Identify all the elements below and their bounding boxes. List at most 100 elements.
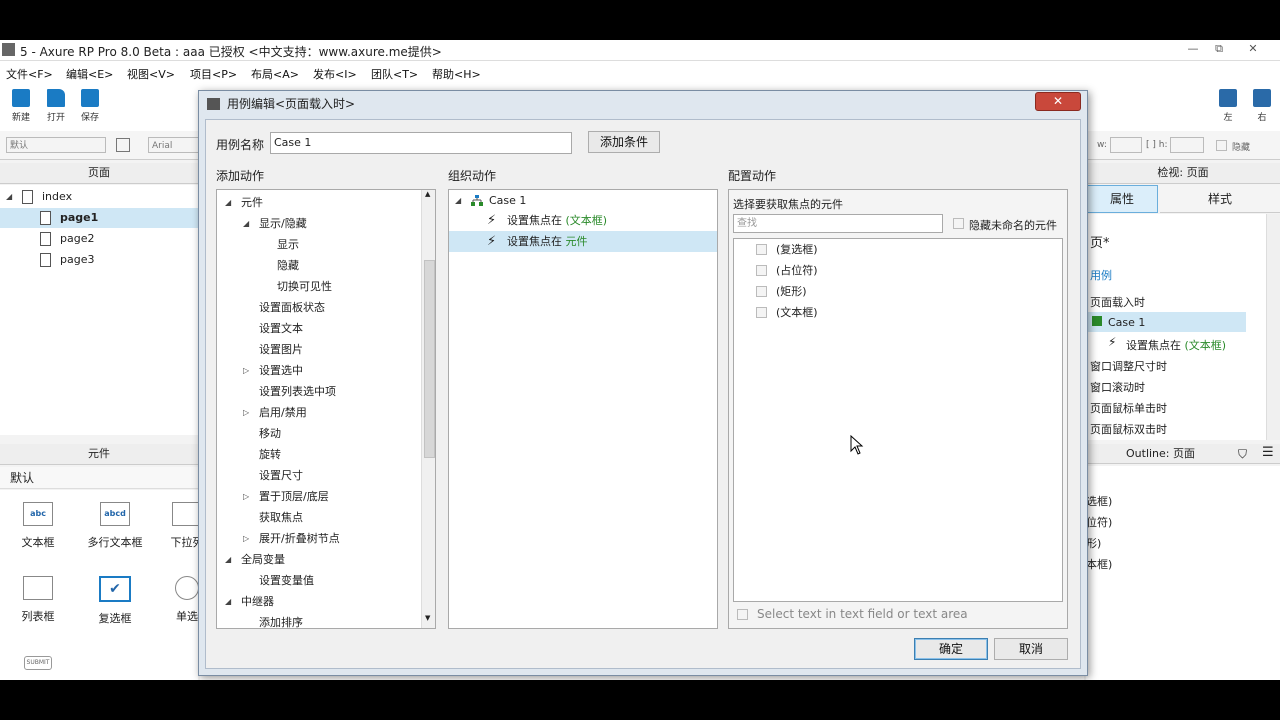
select-text-checkbox[interactable] xyxy=(737,609,748,620)
expand-icon[interactable]: ▷ xyxy=(243,360,249,381)
action-tree-scrollbar[interactable]: ▲ ▼ xyxy=(421,190,435,628)
action-item[interactable]: 获取焦点 xyxy=(217,507,417,528)
event-page-dblclick[interactable]: 页面鼠标双击时 xyxy=(1090,421,1167,437)
inspector-scrollbar[interactable] xyxy=(1266,214,1280,440)
element-checkbox[interactable] xyxy=(756,286,767,297)
organize-case-label[interactable]: Case 1 xyxy=(489,190,526,211)
element-checkbox[interactable] xyxy=(756,265,767,276)
new-button[interactable]: 新建 xyxy=(6,89,36,123)
tab-style[interactable]: 样式 xyxy=(1160,185,1280,213)
page-root-index[interactable]: ◢ index xyxy=(0,187,200,207)
collapse-icon[interactable]: ◢ xyxy=(225,192,231,213)
action-item[interactable]: ▷ 置于顶层/底层 xyxy=(217,486,417,507)
save-button[interactable]: 保存 xyxy=(75,89,105,123)
event-window-resize[interactable]: 窗口调整尺寸时 xyxy=(1090,358,1167,374)
height-input[interactable] xyxy=(1170,137,1204,153)
hide-unnamed-checkbox[interactable] xyxy=(953,218,964,229)
element-checkbox[interactable] xyxy=(756,244,767,255)
action-item[interactable]: 设置面板状态 xyxy=(217,297,417,318)
page-icon xyxy=(40,232,51,246)
action-item[interactable]: ▷ 启用/禁用 xyxy=(217,402,417,423)
element-row-rectangle[interactable]: (矩形) xyxy=(734,281,1062,302)
align-left-button[interactable]: 左 xyxy=(1213,89,1243,123)
widget-text-area[interactable]: abcd 多行文本框 xyxy=(80,502,150,550)
event-window-scroll[interactable]: 窗口滚动时 xyxy=(1090,379,1145,395)
page-item-page1[interactable]: page1 xyxy=(0,208,200,228)
case-name-input[interactable]: Case 1 xyxy=(270,132,572,154)
filter-icon[interactable]: ⛉ xyxy=(1238,447,1247,462)
action-item[interactable]: 隐藏 xyxy=(217,255,417,276)
align-right-button[interactable]: 右 xyxy=(1247,89,1277,123)
action-item[interactable]: ▷ 展开/折叠树节点 xyxy=(217,528,417,549)
organize-action-title: 组织动作 xyxy=(448,169,497,183)
action-item[interactable]: ◢ 元件 xyxy=(217,192,417,213)
scroll-down-icon[interactable]: ▼ xyxy=(425,614,430,622)
hidden-checkbox[interactable] xyxy=(1216,140,1227,151)
menu-lines-icon[interactable]: ☰ xyxy=(1262,445,1274,460)
action-item[interactable]: 设置图片 xyxy=(217,339,417,360)
outline-item[interactable]: 选框) xyxy=(1086,493,1112,509)
action-item[interactable]: ◢ 全局变量 xyxy=(217,549,417,570)
menu-view[interactable]: 视图<V> xyxy=(127,66,175,82)
style-select[interactable]: 默认 xyxy=(6,137,106,153)
add-condition-button[interactable]: 添加条件 xyxy=(588,131,660,153)
menu-help[interactable]: 帮助<H> xyxy=(432,66,481,82)
action-item[interactable]: ◢ 显示/隐藏 xyxy=(217,213,417,234)
action-item[interactable]: 设置尺寸 xyxy=(217,465,417,486)
tab-properties[interactable]: 属性 xyxy=(1086,185,1158,213)
menu-publish[interactable]: 发布<I> xyxy=(313,66,357,82)
menu-file[interactable]: 文件<F> xyxy=(6,66,53,82)
action-item[interactable]: ◢ 中继器 xyxy=(217,591,417,612)
widget-submit-button[interactable]: SUBMIT xyxy=(24,656,52,670)
event-page-click[interactable]: 页面鼠标单击时 xyxy=(1090,400,1167,416)
action-item[interactable]: 移动 xyxy=(217,423,417,444)
element-checkbox[interactable] xyxy=(756,307,767,318)
menu-project[interactable]: 项目<P> xyxy=(190,66,237,82)
expand-icon[interactable]: ▷ xyxy=(243,402,249,423)
organize-step-2-selected[interactable]: ⚡ 设置焦点在 元件 xyxy=(449,231,717,252)
font-select[interactable]: Arial xyxy=(148,137,200,153)
dialog-close-button[interactable]: ✕ xyxy=(1035,92,1081,111)
maximize-button[interactable]: ⧉ xyxy=(1208,42,1230,58)
action-item[interactable]: 设置列表选中项 xyxy=(217,381,417,402)
action-item[interactable]: 设置文本 xyxy=(217,318,417,339)
menu-layout[interactable]: 布局<A> xyxy=(251,66,299,82)
outline-item[interactable]: 位符) xyxy=(1086,514,1112,530)
element-row-placeholder[interactable]: (占位符) xyxy=(734,260,1062,281)
outline-item[interactable]: 形) xyxy=(1086,535,1101,551)
action-item[interactable]: 显示 xyxy=(217,234,417,255)
minimize-button[interactable]: — xyxy=(1182,42,1204,58)
scroll-thumb[interactable] xyxy=(424,260,435,458)
widget-checkbox[interactable]: ✔ 复选框 xyxy=(80,576,150,626)
action-item[interactable]: 切换可见性 xyxy=(217,276,417,297)
menu-team[interactable]: 团队<T> xyxy=(371,66,418,82)
organize-step-1[interactable]: ⚡ 设置焦点在 (文本框) xyxy=(449,210,717,231)
menu-edit[interactable]: 编辑<E> xyxy=(66,66,113,82)
action-item[interactable]: 添加排序 xyxy=(217,612,417,628)
element-search-input[interactable]: 查找 xyxy=(733,214,943,233)
expand-icon[interactable]: ▷ xyxy=(243,486,249,507)
event-on-page-load[interactable]: 页面载入时 xyxy=(1090,294,1145,310)
collapse-icon[interactable]: ◢ xyxy=(243,213,249,234)
close-window-button[interactable]: ✕ xyxy=(1242,42,1264,58)
width-input[interactable] xyxy=(1110,137,1142,153)
page-item-page3[interactable]: page3 xyxy=(0,250,200,270)
format-painter-icon[interactable] xyxy=(116,138,130,152)
action-item[interactable]: 旋转 xyxy=(217,444,417,465)
collapse-icon[interactable]: ◢ xyxy=(225,549,231,570)
widget-list-box[interactable]: 列表框 xyxy=(3,576,73,624)
page-item-page2[interactable]: page2 xyxy=(0,229,200,249)
widget-library-select[interactable]: 默认 xyxy=(0,467,198,489)
open-button[interactable]: 打开 xyxy=(41,89,71,123)
collapse-icon[interactable]: ◢ xyxy=(225,591,231,612)
element-row-checkbox[interactable]: (复选框) xyxy=(734,239,1062,260)
outline-item[interactable]: 本框) xyxy=(1086,556,1112,572)
ok-button[interactable]: 确定 xyxy=(914,638,988,660)
element-row-textfield[interactable]: (文本框) xyxy=(734,302,1062,323)
widget-text-field[interactable]: abc 文本框 xyxy=(3,502,73,550)
expand-icon[interactable]: ▷ xyxy=(243,528,249,549)
scroll-up-icon[interactable]: ▲ xyxy=(425,190,430,198)
action-item[interactable]: 设置变量值 xyxy=(217,570,417,591)
action-item[interactable]: ▷ 设置选中 xyxy=(217,360,417,381)
cancel-button[interactable]: 取消 xyxy=(994,638,1068,660)
